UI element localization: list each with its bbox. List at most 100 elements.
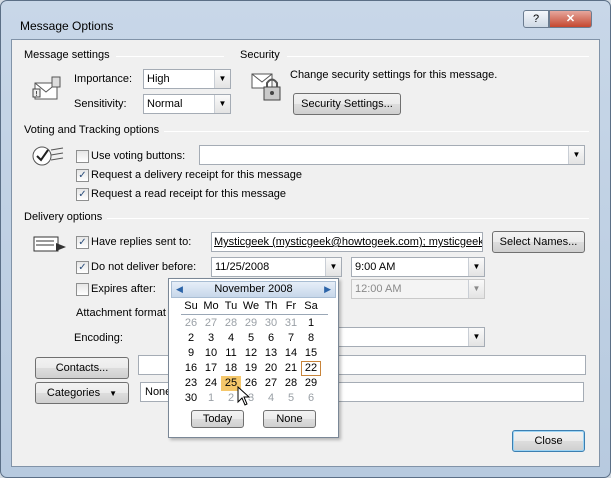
next-month-icon[interactable]: ▶ (324, 284, 331, 295)
calendar-day[interactable]: 17 (201, 361, 221, 376)
sensitivity-label: Sensitivity: (74, 98, 127, 110)
calendar-day[interactable]: 27 (201, 316, 221, 331)
weekday-label: Sa (304, 300, 318, 312)
do-not-deliver-label: Do not deliver before: (91, 261, 197, 273)
delivery-receipt-label: Request a delivery receipt for this mess… (91, 169, 302, 181)
lock-envelope-icon (250, 70, 284, 105)
calendar-day[interactable]: 29 (301, 376, 321, 391)
calendar-day[interactable]: 23 (181, 376, 201, 391)
calendar-day[interactable]: 30 (181, 391, 201, 406)
calendar-day[interactable]: 22 (301, 361, 321, 376)
categories-button-label: Categories (46, 387, 101, 399)
calendar-day[interactable]: 5 (241, 331, 261, 346)
chevron-down-icon: ▼ (214, 95, 230, 113)
calendar-day[interactable]: 1 (301, 316, 321, 331)
date-picker-calendar: ◀ November 2008 ▶ Su Mo Tu We Th Fr Sa 26 27 28 2… (168, 278, 339, 438)
calendar-day[interactable]: 29 (241, 316, 261, 331)
weekday-label: Mo (203, 300, 219, 312)
select-names-button[interactable]: Select Names... (492, 231, 585, 253)
voting-tracking-heading: Voting and Tracking options (24, 124, 160, 136)
expires-time: 12:00 AM (355, 283, 402, 295)
help-button[interactable]: ? (523, 10, 549, 28)
window-title: Message Options (20, 19, 114, 33)
window-close-button[interactable]: ✕ (549, 10, 592, 28)
calendar-day[interactable]: 10 (201, 346, 221, 361)
encoding-select[interactable]: ▼ (337, 327, 485, 347)
calendar-day[interactable]: 13 (261, 346, 281, 361)
calendar-day[interactable]: 27 (261, 376, 281, 391)
read-receipt-checkbox[interactable]: ✓ (76, 188, 89, 201)
calendar-day[interactable]: 11 (221, 346, 241, 361)
close-button[interactable]: Close (512, 430, 585, 452)
calendar-day[interactable]: 4 (261, 391, 281, 406)
do-not-deliver-checkbox[interactable]: ✓ (76, 261, 89, 274)
security-settings-button[interactable]: Security Settings... (293, 93, 401, 115)
calendar-day[interactable]: 31 (281, 316, 301, 331)
title-bar[interactable]: Message Options ? ✕ (1, 1, 610, 35)
calendar-day[interactable]: 19 (241, 361, 261, 376)
calendar-day[interactable]: 12 (241, 346, 261, 361)
calendar-day[interactable]: 20 (261, 361, 281, 376)
calendar-day[interactable]: 9 (181, 346, 201, 361)
calendar-day[interactable]: 2 (181, 331, 201, 346)
calendar-day[interactable]: 5 (281, 391, 301, 406)
calendar-day[interactable]: 24 (201, 376, 221, 391)
replies-sent-to-checkbox[interactable]: ✓ (76, 236, 89, 249)
calendar-day[interactable]: 8 (301, 331, 321, 346)
voting-buttons-select[interactable]: ▼ (199, 145, 585, 165)
weekday-label: Fr (285, 300, 297, 312)
calendar-day[interactable]: 21 (281, 361, 301, 376)
calendar-day[interactable]: 18 (221, 361, 241, 376)
none-button[interactable]: None (263, 410, 316, 428)
calendar-day[interactable]: 30 (261, 316, 281, 331)
divider (107, 218, 589, 219)
weekday-label: Su (184, 300, 198, 312)
divider (116, 56, 224, 57)
calendar-day[interactable]: 1 (201, 391, 221, 406)
do-not-deliver-date-select[interactable]: 11/25/2008 ▼ (211, 257, 342, 277)
expires-time-select[interactable]: 12:00 AM ▼ (351, 279, 485, 299)
calendar-day[interactable]: 6 (261, 331, 281, 346)
chevron-down-icon: ▼ (468, 328, 484, 346)
do-not-deliver-time: 9:00 AM (355, 261, 396, 273)
calendar-day[interactable]: 26 (181, 316, 201, 331)
calendar-day[interactable]: 15 (301, 346, 321, 361)
use-voting-label: Use voting buttons: (91, 150, 186, 162)
replies-sent-to-field[interactable]: Mysticgeek (mysticgeek@howtogeek.com); m… (211, 232, 483, 252)
weekday-label: Th (264, 300, 278, 312)
today-button[interactable]: Today (191, 410, 244, 428)
calendar-day[interactable]: 16 (181, 361, 201, 376)
message-settings-heading: Message settings (24, 49, 110, 61)
divider (181, 314, 328, 315)
importance-label: Importance: (74, 73, 133, 85)
importance-select[interactable]: High ▼ (143, 69, 231, 89)
calendar-day[interactable]: 28 (221, 316, 241, 331)
delivery-options-heading: Delivery options (24, 211, 103, 223)
sensitivity-select[interactable]: Normal ▼ (143, 94, 231, 114)
security-heading: Security (240, 49, 280, 61)
security-description: Change security settings for this messag… (290, 69, 498, 81)
chevron-down-icon: ▼ (468, 258, 484, 276)
weekday-label: We (242, 300, 260, 312)
voting-check-icon (32, 144, 66, 171)
expires-after-checkbox[interactable] (76, 283, 89, 296)
calendar-day[interactable]: 3 (201, 331, 221, 346)
delivery-receipt-checkbox[interactable]: ✓ (76, 169, 89, 182)
calendar-day[interactable]: 14 (281, 346, 301, 361)
replies-sent-to-label: Have replies sent to: (91, 236, 192, 248)
calendar-day[interactable]: 28 (281, 376, 301, 391)
chevron-down-icon: ▼ (325, 258, 341, 276)
calendar-header: ◀ November 2008 ▶ (171, 281, 336, 298)
contacts-button[interactable]: Contacts... (35, 357, 129, 379)
calendar-day[interactable]: 4 (221, 331, 241, 346)
do-not-deliver-time-select[interactable]: 9:00 AM ▼ (351, 257, 485, 277)
calendar-day[interactable]: 6 (301, 391, 321, 406)
delivery-envelope-icon (32, 233, 68, 260)
calendar-day[interactable]: 7 (281, 331, 301, 346)
svg-text:!: ! (35, 90, 38, 98)
sensitivity-value: Normal (147, 98, 183, 110)
categories-button[interactable]: Categories ▼ (35, 382, 129, 404)
use-voting-checkbox[interactable] (76, 150, 89, 163)
attachment-format-label: Attachment format (76, 307, 166, 319)
expires-after-label: Expires after: (91, 283, 156, 295)
